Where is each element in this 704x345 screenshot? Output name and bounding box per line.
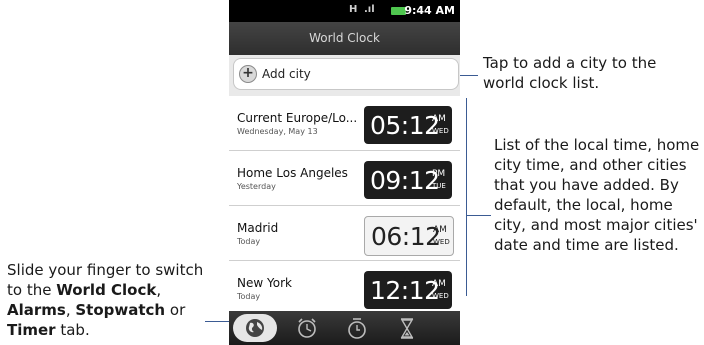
callout-line-list [466,215,491,216]
annotation-text: tab. [55,321,90,339]
status-bar: H .ıl 9:44 AM [229,0,460,22]
annotation-tabs: Slide your finger to switch to the World… [7,260,222,340]
alarm-clock-icon [298,318,316,338]
city-row[interactable]: New York Today 12:12 AM WED [229,261,460,316]
annotation-stopwatch: Stopwatch [75,301,166,319]
signal-icon: .ıl [364,4,375,15]
city-date: Yesterday [237,182,276,191]
annotation-city-list: List of the local time, home city time, … [494,136,700,254]
tab-bar [229,311,460,345]
annotation-timer: Timer [7,321,56,339]
city-row[interactable]: Home Los Angeles Yesterday 09:12 PM TUE [229,151,460,206]
city-row[interactable]: Madrid Today 06:12 AM WED [229,206,460,261]
tab-stopwatch[interactable] [337,314,377,342]
callout-bracket-list [466,98,467,296]
city-time-display: 05:12 AM WED [364,106,452,144]
network-h-icon: H [349,4,358,15]
tab-world-clock[interactable] [233,314,277,342]
add-city-label: Add city [262,67,311,81]
city-time: 05:12 [370,111,440,140]
city-time: 12:12 [370,276,440,305]
city-date: Today [237,237,261,246]
city-day: WED [433,238,450,246]
city-day: WED [432,127,449,135]
city-time: 09:12 [370,166,440,195]
city-date: Today [237,292,261,301]
city-ampm: PM [432,169,446,179]
city-row[interactable]: Current Europe/Lo... Wednesday, May 13 0… [229,96,460,151]
annotation-world-clock: World Clock [56,281,157,299]
city-date: Wednesday, May 13 [237,127,318,136]
city-ampm: AM [432,114,446,124]
city-ampm: AM [433,225,447,235]
annotation-alarms: Alarms [7,301,66,319]
annotation-separator: or [165,301,186,319]
annotation-separator: , [156,281,162,299]
add-city-button[interactable]: + Add city [234,59,458,89]
city-list: Current Europe/Lo... Wednesday, May 13 0… [229,96,460,316]
city-time-display: 09:12 PM TUE [364,161,452,199]
globe-icon [246,319,264,337]
phone-screen: H .ıl 9:44 AM World Clock + Add city Cur… [229,0,460,345]
main-content: + Add city Current Europe/Lo... Wednesda… [229,55,460,316]
stopwatch-icon [348,318,366,339]
city-day: WED [432,292,449,300]
city-name: Madrid [237,221,279,235]
callout-line-tabs [205,321,232,322]
status-time: 9:44 AM [404,4,455,17]
plus-icon: + [239,65,257,83]
city-name: New York [237,276,292,290]
city-name: Current Europe/Lo... [237,111,358,125]
city-time-display: 12:12 AM WED [364,271,452,309]
hourglass-icon [400,318,414,339]
tab-alarms[interactable] [287,314,327,342]
city-name: Home Los Angeles [237,166,348,180]
city-time: 06:12 [371,222,441,251]
city-time-display: 06:12 AM WED [364,216,454,256]
annotation-separator: , [65,301,76,319]
city-ampm: AM [432,279,446,289]
city-day: TUE [432,182,446,190]
tab-timer[interactable] [387,314,427,342]
annotation-add-city: Tap to add a city to the world clock lis… [483,54,657,92]
page-title: World Clock [229,22,460,55]
